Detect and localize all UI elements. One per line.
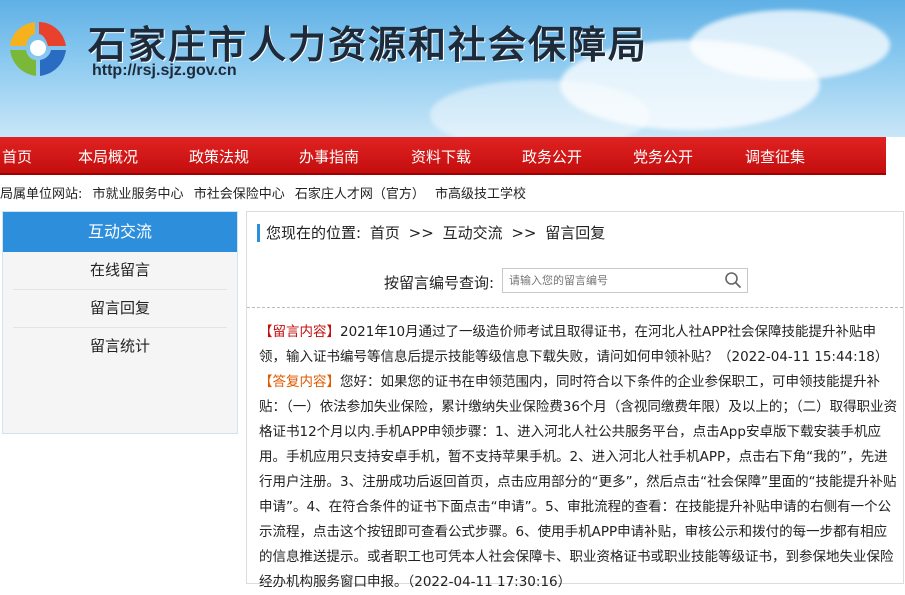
search-icon[interactable] <box>724 271 742 289</box>
reply-text: 您好：如果您的证书在申领范围内，同时符合以下条件的企业参保职工，可申领技能提升补… <box>259 374 898 590</box>
reply-content: 【答复内容】您好：如果您的证书在申领范围内，同时符合以下条件的企业参保职工，可申… <box>259 370 899 595</box>
unit-link-school[interactable]: 市高级技工学校 <box>435 187 526 202</box>
nav-item-policy[interactable]: 政策法规 <box>189 146 249 167</box>
cloud-decoration <box>690 10 890 80</box>
search-input[interactable] <box>503 270 725 291</box>
breadcrumb-separator: >> <box>511 224 537 242</box>
main-nav: 首页 本局概况 政策法规 办事指南 资料下载 政务公开 党务公开 调查征集 <box>0 137 886 175</box>
nav-item-gov-affairs[interactable]: 政务公开 <box>522 146 582 167</box>
breadcrumb-prefix: 您现在的位置: <box>266 224 362 242</box>
reply-tag: 【答复内容】 <box>259 374 340 390</box>
unit-link-employment[interactable]: 市就业服务中心 <box>93 187 184 202</box>
nav-item-home[interactable]: 首页 <box>2 146 32 167</box>
nav-item-guide[interactable]: 办事指南 <box>299 146 359 167</box>
unit-link-talent[interactable]: 石家庄人才网（官方） <box>295 187 425 202</box>
sidebar-item-message-stats[interactable]: 留言统计 <box>13 328 227 365</box>
sidebar-item-online-message[interactable]: 在线留言 <box>13 252 227 290</box>
message-tag: 【留言内容】 <box>259 324 340 340</box>
unit-link-insurance[interactable]: 市社会保险中心 <box>194 187 285 202</box>
search-label: 按留言编号查询: <box>384 274 495 292</box>
breadcrumb: 您现在的位置: 首页 >> 互动交流 >> 留言回复 <box>257 224 609 242</box>
breadcrumb-home[interactable]: 首页 <box>370 224 400 242</box>
breadcrumb-separator: >> <box>408 224 434 242</box>
nav-item-downloads[interactable]: 资料下载 <box>411 146 471 167</box>
message-content: 【留言内容】2021年10月通过了一级造价师考试且取得证书，在河北人社APP社会… <box>259 320 899 370</box>
nav-item-overview[interactable]: 本局概况 <box>78 146 138 167</box>
site-title: 石家庄市人力资源和社会保障局 <box>88 22 649 67</box>
sidebar-title: 互动交流 <box>3 212 237 252</box>
nav-item-survey[interactable]: 调查征集 <box>745 146 805 167</box>
divider <box>247 307 903 308</box>
message-block: 【留言内容】2021年10月通过了一级造价师考试且取得证书，在河北人社APP社会… <box>259 320 899 595</box>
breadcrumb-section[interactable]: 互动交流 <box>443 224 503 242</box>
header-banner: 石家庄市人力资源和社会保障局 http://rsj.sjz.gov.cn <box>0 0 905 137</box>
bureau-logo-icon <box>10 22 66 76</box>
units-label: 局属单位网站: <box>0 187 83 202</box>
sidebar: 互动交流 在线留言 留言回复 留言统计 <box>2 211 238 434</box>
message-text: 2021年10月通过了一级造价师考试且取得证书，在河北人社APP社会保障技能提升… <box>259 324 889 365</box>
main-panel: 您现在的位置: 首页 >> 互动交流 >> 留言回复 按留言编号查询: 【留言内… <box>246 211 904 590</box>
sidebar-item-message-reply[interactable]: 留言回复 <box>13 290 227 328</box>
affiliated-units: 局属单位网站: 市就业服务中心 市社会保险中心 石家庄人才网（官方） 市高级技工… <box>0 183 532 202</box>
search-box <box>502 268 748 293</box>
breadcrumb-current: 留言回复 <box>545 224 606 242</box>
nav-item-party-affairs[interactable]: 党务公开 <box>633 146 693 167</box>
site-url[interactable]: http://rsj.sjz.gov.cn <box>92 62 237 80</box>
